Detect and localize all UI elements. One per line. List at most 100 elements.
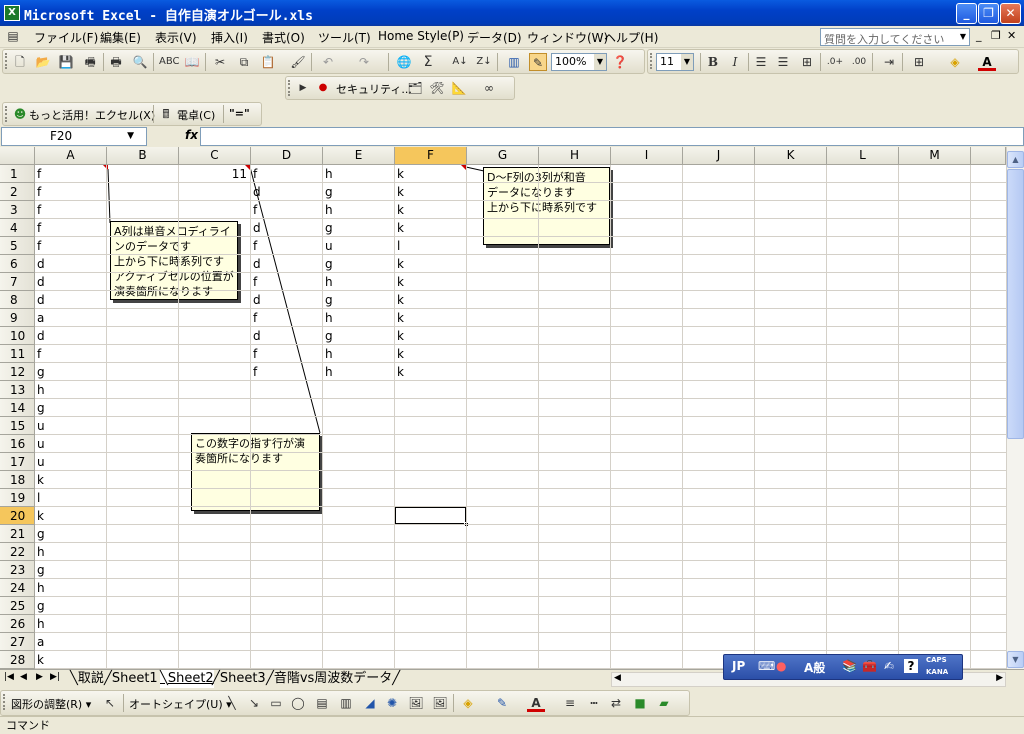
chart-wizard-icon[interactable]: ▥ [505, 53, 523, 71]
menu-view[interactable]: 表示(V) [155, 29, 197, 46]
tab-scale-frequency[interactable]: ╱音階vs周波数データ╱ [266, 670, 400, 688]
ime-language-bar[interactable]: JP ⌨ ● A般 📚 🧰 ✍ ? CAPS KANA [723, 654, 963, 680]
more-use-excel-button[interactable]: もっと活用！エクセル(X) [29, 107, 155, 123]
comment-f1[interactable]: D～F列の3列が和音 データになります 上から下に時系列です [483, 167, 610, 245]
minimize-button[interactable]: _ [956, 3, 977, 24]
redo-icon[interactable]: ↷ [355, 53, 373, 71]
menu-window[interactable]: ウィンドウ(W) [527, 29, 608, 46]
spelling-icon[interactable]: ABC [159, 53, 180, 71]
save-icon[interactable]: 💾 [57, 53, 75, 71]
next-sheet-icon[interactable]: ▶ [36, 672, 43, 682]
menu-edit[interactable]: 編集(E) [100, 29, 141, 46]
active-cell-f20[interactable] [394, 506, 469, 527]
vertical-textbox-icon[interactable]: ▥ [337, 694, 355, 712]
3d-icon[interactable]: ▰ [655, 694, 673, 712]
handwriting-icon[interactable]: ✍ [884, 659, 894, 673]
toolbox-icon[interactable]: 🛠 [428, 79, 446, 97]
chevron-down-icon[interactable]: ▼ [127, 128, 134, 145]
copy-icon[interactable]: ⧉ [235, 53, 253, 71]
chevron-down-icon[interactable]: ▼ [594, 54, 606, 70]
menu-file[interactable]: ファイル(F) [34, 29, 98, 46]
play-icon[interactable]: ▶ [294, 79, 312, 97]
fill-color-icon[interactable]: ◈ [946, 53, 964, 71]
help-icon[interactable]: ❓ [611, 53, 629, 71]
menu-data[interactable]: データ(D) [467, 29, 522, 46]
bold-button[interactable]: B [704, 53, 722, 71]
increase-decimal-icon[interactable]: .0+ [826, 53, 844, 71]
vertical-scrollbar[interactable]: ▲ ▼ [1006, 147, 1024, 669]
undo-icon[interactable]: ↶ [319, 53, 337, 71]
adjust-shapes-menu[interactable]: 図形の調整(R) ▾ [11, 696, 91, 712]
clipart-icon[interactable]: 🖼 [407, 694, 425, 712]
arrow-style-icon[interactable]: ⇄ [607, 694, 625, 712]
align-right-icon[interactable]: ☰ [774, 53, 792, 71]
oval-icon[interactable]: ◯ [289, 694, 307, 712]
tab-sheet1[interactable]: ╱Sheet1 [104, 670, 158, 688]
textbox-icon[interactable]: ▤ [313, 694, 331, 712]
line-icon[interactable]: ╲ [223, 694, 241, 712]
format-painter-icon[interactable]: 🖌 [289, 53, 307, 71]
tab-sheet3[interactable]: ╱Sheet3 [212, 670, 266, 688]
help-question-input[interactable]: 質問を入力してください ▼ [820, 28, 970, 46]
chevron-down-icon[interactable]: ▼ [957, 29, 969, 45]
dictionary-icon[interactable]: 📚 [842, 659, 857, 673]
worksheet-grid[interactable]: ABCDEFGHIJKLM 1 2 3 4 5 6 7 8 9 10 11 12 13 14 15 16 17 1… [0, 147, 1006, 669]
select-objects-icon[interactable]: ↖ [101, 694, 119, 712]
autosum-icon[interactable]: Σ [419, 53, 437, 71]
italic-button[interactable]: I [726, 53, 744, 71]
menu-help[interactable]: ヘルプ(H) [604, 29, 658, 46]
design-mode-icon[interactable]: 📐 [450, 79, 468, 97]
scroll-right-icon[interactable]: ▶ [996, 673, 1003, 683]
script-editor-icon[interactable]: ∞ [480, 79, 498, 97]
research-icon[interactable]: 📖 [183, 53, 201, 71]
align-center-icon[interactable]: ☰ [752, 53, 770, 71]
dash-style-icon[interactable]: ┅ [585, 694, 603, 712]
insert-function-icon[interactable]: fx [185, 128, 198, 142]
drawing-icon[interactable]: ✎ [529, 53, 547, 71]
close-button[interactable]: ✕ [1000, 3, 1021, 24]
menu-home-style[interactable]: Home Style(P) [378, 29, 464, 43]
first-sheet-icon[interactable]: |◀ [4, 672, 14, 682]
ime-help-icon[interactable]: ? [904, 659, 918, 673]
zoom-select[interactable]: 100% ▼ [551, 53, 607, 71]
paste-icon[interactable]: 📋 [259, 53, 277, 71]
formula-input[interactable] [200, 127, 1024, 146]
open-icon[interactable]: 📂 [34, 53, 52, 71]
line-style-icon[interactable]: ≡ [561, 694, 579, 712]
sheet-doc-icon[interactable]: ▤ [4, 27, 22, 45]
print-icon[interactable]: 🖶 [107, 53, 125, 71]
hyperlink-icon[interactable]: 🌐 [395, 53, 413, 71]
wordart-icon[interactable]: ◢ [361, 694, 379, 712]
shadow-icon[interactable]: ■ [631, 694, 649, 712]
scroll-thumb[interactable] [1007, 169, 1024, 439]
cut-icon[interactable]: ✂ [211, 53, 229, 71]
tools-icon[interactable]: 🧰 [862, 659, 877, 673]
ime-mode[interactable]: JP [732, 659, 745, 673]
comment-c1[interactable]: この数字の指す行が演 奏箇所になります [191, 433, 320, 511]
vba-editor-icon[interactable]: 🗂 [406, 79, 424, 97]
record-icon[interactable]: ● [314, 79, 332, 97]
decrease-decimal-icon[interactable]: .00 [850, 53, 868, 71]
picture-icon[interactable]: 🖼 [431, 694, 449, 712]
font-color-icon[interactable]: A [978, 53, 996, 71]
rectangle-icon[interactable]: ▭ [267, 694, 285, 712]
sort-descending-icon[interactable]: Z↓ [475, 53, 493, 71]
doc-minimize-icon[interactable]: _ [976, 29, 982, 42]
keyboard-icon[interactable]: ⌨ [758, 659, 775, 673]
scroll-up-icon[interactable]: ▲ [1007, 151, 1024, 168]
menu-tools[interactable]: ツール(T) [318, 29, 371, 46]
scroll-left-icon[interactable]: ◀ [614, 673, 621, 683]
calculator-button[interactable]: 電卓(C) [177, 107, 215, 123]
autoshape-menu[interactable]: オートシェイプ(U) ▾ [129, 696, 232, 712]
doc-close-icon[interactable]: ✕ [1007, 29, 1016, 42]
equals-button[interactable]: "=" [229, 107, 250, 120]
last-sheet-icon[interactable]: ▶| [50, 672, 60, 682]
diagram-icon[interactable]: ✺ [383, 694, 401, 712]
indent-icon[interactable]: ⇥ [880, 53, 898, 71]
new-icon[interactable]: 🗋 [11, 53, 29, 71]
name-box[interactable]: F20 ▼ [1, 127, 147, 146]
tab-torisetsu[interactable]: ╲取説 [70, 670, 104, 688]
input-mode[interactable]: A般 [804, 659, 825, 676]
ime-pad-icon[interactable]: ● [776, 659, 786, 673]
line-color-icon[interactable]: ✎ [493, 694, 511, 712]
